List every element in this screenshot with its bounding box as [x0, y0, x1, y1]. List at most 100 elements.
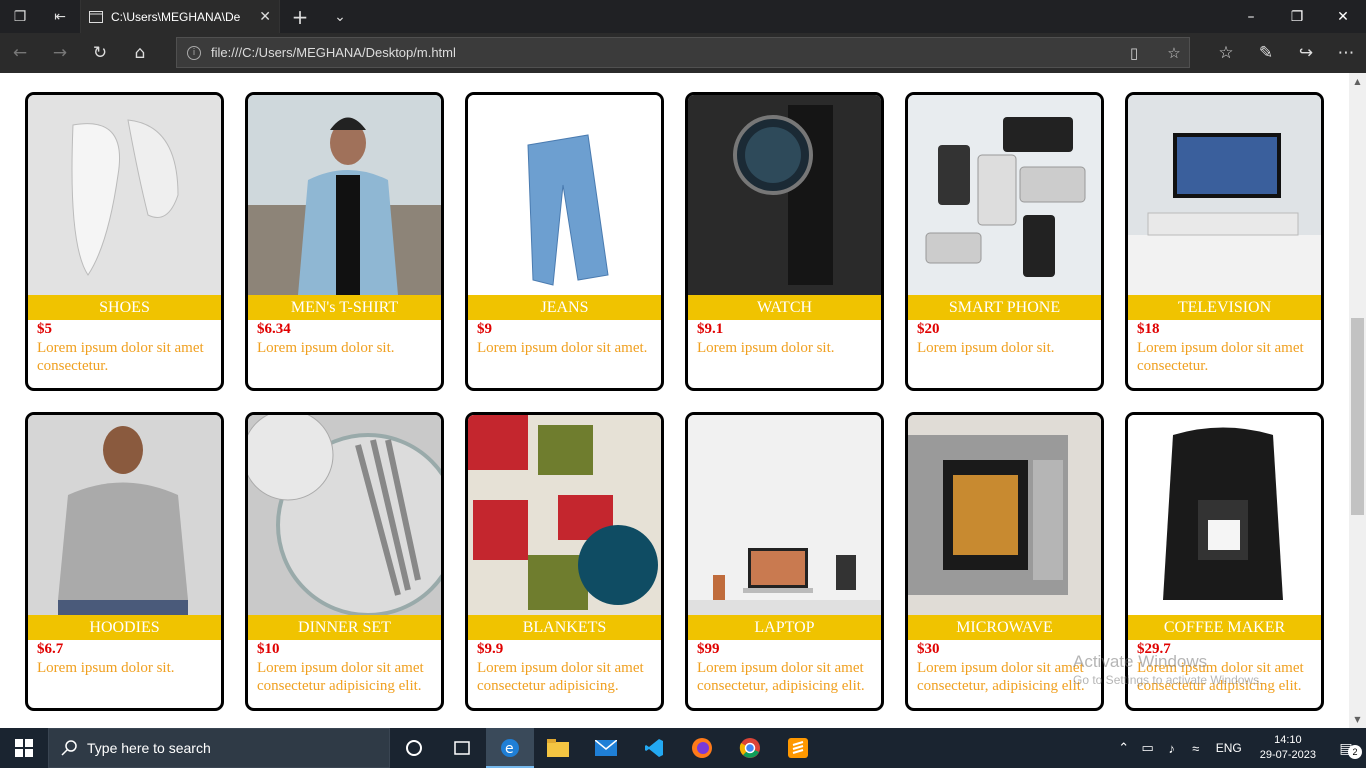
page-icon [89, 10, 103, 23]
product-price: $6.7 [37, 641, 64, 657]
language-indicator[interactable]: ENG [1208, 741, 1250, 755]
product-card[interactable]: JEANS $9 Lorem ipsum dolor sit amet. [465, 92, 664, 391]
product-name: BLANKETS [468, 615, 661, 640]
product-image-hoodie [28, 415, 221, 615]
clock-time: 14:10 [1274, 734, 1302, 746]
clock-date: 29-07-2023 [1259, 749, 1316, 761]
product-card[interactable]: MEN's T-SHIRT $6.34 Lorem ipsum dolor si… [245, 92, 444, 391]
product-description: Lorem ipsum dolor sit amet consectetur, … [917, 660, 1085, 694]
windows-taskbar: Type here to search e ⌃ ▭ ♪ ≈ ENG 14:10 … [0, 728, 1366, 768]
scroll-thumb[interactable] [1351, 318, 1364, 515]
product-name: SMART PHONE [908, 295, 1101, 320]
product-description: Lorem ipsum dolor sit. [917, 340, 1055, 356]
product-image-shoes [28, 95, 221, 295]
mail-icon[interactable] [582, 728, 630, 768]
scroll-up-icon[interactable]: ▲ [1349, 73, 1366, 90]
product-card[interactable]: HOODIES $6.7 Lorem ipsum dolor sit. [25, 412, 224, 711]
search-placeholder: Type here to search [87, 740, 211, 756]
favorites-icon[interactable]: ☆ [1206, 33, 1246, 73]
firefox-icon[interactable] [678, 728, 726, 768]
share-icon[interactable]: ↪ [1286, 33, 1326, 73]
file-explorer-icon[interactable] [534, 728, 582, 768]
vscode-icon[interactable] [630, 728, 678, 768]
task-view-icon[interactable] [438, 728, 486, 768]
product-name: LAPTOP [688, 615, 881, 640]
watermark-subtitle: Go to Settings to activate Windows. [1073, 673, 1263, 687]
product-price: $9.1 [697, 321, 724, 337]
product-card[interactable]: SMART PHONE $20 Lorem ipsum dolor sit. [905, 92, 1104, 391]
product-image-smartphone [908, 95, 1101, 295]
vertical-scrollbar[interactable]: ▲ ▼ [1349, 73, 1366, 728]
product-card[interactable]: TELEVISION $18 Lorem ipsum dolor sit ame… [1125, 92, 1324, 391]
product-name: JEANS [468, 295, 661, 320]
battery-icon[interactable]: ▭ [1136, 740, 1160, 756]
volume-icon[interactable]: ♪ [1160, 741, 1184, 756]
info-icon[interactable]: i [187, 45, 201, 60]
product-name: DINNER SET [248, 615, 441, 640]
product-description: Lorem ipsum dolor sit. [257, 340, 395, 356]
product-price: $20 [917, 321, 940, 337]
minimize-icon[interactable]: – [1228, 0, 1274, 33]
product-name: SHOES [28, 295, 221, 320]
notification-badge: 2 [1348, 744, 1362, 759]
edge-browser-icon[interactable]: e [486, 728, 534, 768]
show-hidden-icons-icon[interactable]: ⌃ [1112, 740, 1136, 756]
product-price: $99 [697, 641, 720, 657]
pen-icon[interactable]: ✎ [1246, 33, 1286, 73]
product-description: Lorem ipsum dolor sit amet. [477, 340, 648, 356]
scroll-down-icon[interactable]: ▼ [1349, 711, 1366, 728]
address-bar[interactable]: i file:///C:/Users/MEGHANA/Desktop/m.htm… [176, 37, 1190, 68]
system-tray: ⌃ ▭ ♪ ≈ ENG 14:10 29-07-2023 ▤ 2 [1112, 728, 1366, 768]
restore-icon[interactable]: ❐ [1274, 0, 1320, 33]
product-description: Lorem ipsum dolor sit. [697, 340, 835, 356]
product-image-watch [688, 95, 881, 295]
new-tab-icon[interactable]: + [280, 0, 320, 33]
browser-tab[interactable]: C:\Users\MEGHANA\De ✕ [80, 0, 280, 33]
sublime-text-icon[interactable] [774, 728, 822, 768]
product-image-television [1128, 95, 1321, 295]
product-card[interactable]: BLANKETS $9.9 Lorem ipsum dolor sit amet… [465, 412, 664, 711]
product-name: MEN's T-SHIRT [248, 295, 441, 320]
product-image-dinnerset [248, 415, 441, 615]
taskbar-search-input[interactable]: Type here to search [48, 728, 390, 768]
product-card[interactable]: DINNER SET $10 Lorem ipsum dolor sit ame… [245, 412, 444, 711]
product-price: $30 [917, 641, 940, 657]
product-description: Lorem ipsum dolor sit amet consectetur. [1137, 340, 1304, 374]
product-price: $9.9 [477, 641, 504, 657]
close-window-icon[interactable]: ✕ [1320, 0, 1366, 33]
product-price: $9 [477, 321, 492, 337]
product-name: TELEVISION [1128, 295, 1321, 320]
wifi-icon[interactable]: ≈ [1184, 741, 1208, 756]
favorite-star-icon[interactable]: ☆ [1159, 44, 1189, 62]
more-icon[interactable]: ⋯ [1326, 33, 1366, 73]
product-name: COFFEE MAKER [1128, 615, 1321, 640]
refresh-icon[interactable]: ↻ [80, 33, 120, 73]
url-text[interactable]: file:///C:/Users/MEGHANA/Desktop/m.html [211, 45, 1109, 60]
windows-start-icon[interactable] [0, 728, 48, 768]
back-icon[interactable]: ← [0, 33, 40, 73]
product-description: Lorem ipsum dolor sit amet consectetur. [37, 340, 204, 374]
product-image-jeans [468, 95, 661, 295]
product-card[interactable]: SHOES $5 Lorem ipsum dolor sit amet cons… [25, 92, 224, 391]
product-name: MICROWAVE [908, 615, 1101, 640]
forward-icon[interactable]: → [40, 33, 80, 73]
tab-actions-icon[interactable]: ❐ [0, 0, 40, 33]
notification-icon[interactable]: ▤ 2 [1326, 740, 1366, 759]
reading-view-icon[interactable]: ▯ [1119, 44, 1149, 62]
page-content: SHOES $5 Lorem ipsum dolor sit amet cons… [0, 73, 1349, 728]
product-card[interactable]: LAPTOP $99 Lorem ipsum dolor sit amet co… [685, 412, 884, 711]
clock[interactable]: 14:10 29-07-2023 [1250, 733, 1326, 763]
set-tabs-aside-icon[interactable]: ⇤ [40, 0, 80, 33]
tab-close-icon[interactable]: ✕ [259, 9, 271, 25]
tab-title: C:\Users\MEGHANA\De [111, 9, 241, 24]
watermark-title: Activate Windows [1073, 652, 1208, 671]
browser-navbar: ← → ↻ ⌂ i file:///C:/Users/MEGHANA/Deskt… [0, 33, 1366, 73]
tab-list-chevron-icon[interactable]: ⌄ [320, 0, 360, 33]
home-icon[interactable]: ⌂ [120, 33, 160, 73]
product-name: WATCH [688, 295, 881, 320]
svg-text:e: e [505, 741, 514, 757]
product-price: $5 [37, 321, 52, 337]
chrome-icon[interactable] [726, 728, 774, 768]
product-card[interactable]: WATCH $9.1 Lorem ipsum dolor sit. [685, 92, 884, 391]
cortana-icon[interactable] [390, 728, 438, 768]
